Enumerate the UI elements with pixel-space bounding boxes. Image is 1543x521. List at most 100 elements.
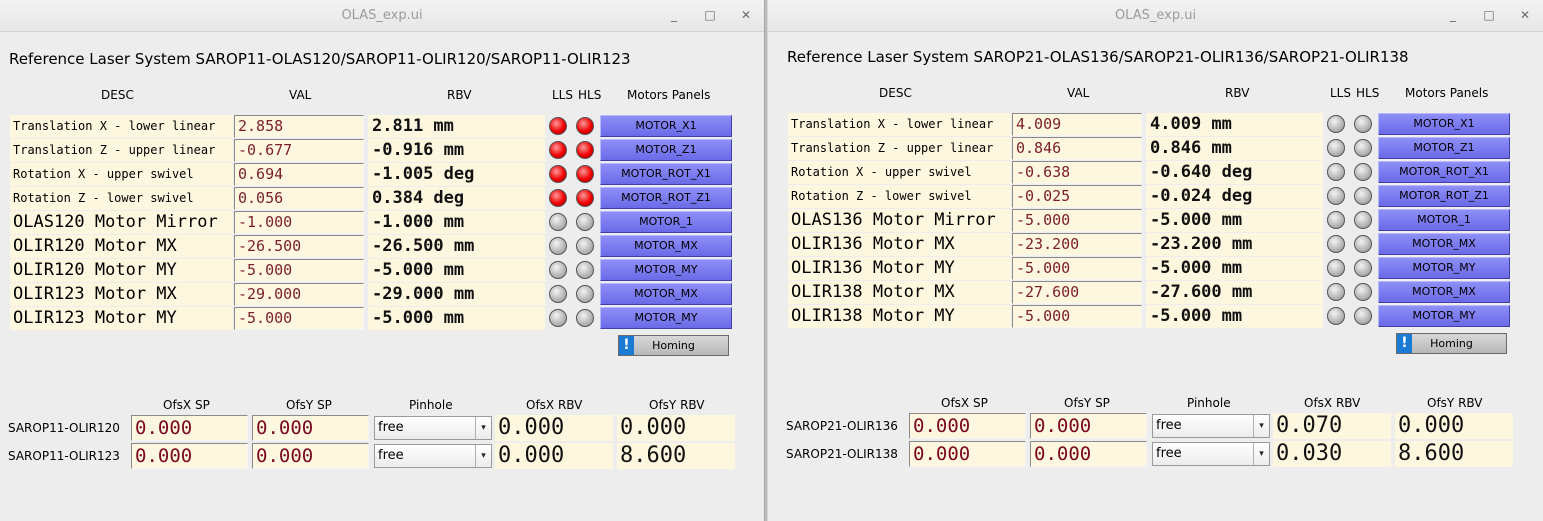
minimize-icon[interactable]: _	[666, 7, 682, 23]
hls-led-icon	[576, 165, 594, 183]
row-val-input[interactable]: -23.200	[1012, 233, 1142, 256]
header-val: VAL	[1067, 86, 1090, 100]
row-rbv: -26.500 mm	[368, 235, 545, 258]
motor-panel-button[interactable]: MOTOR_MX	[600, 235, 732, 257]
motor-panel-button[interactable]: MOTOR_X1	[1378, 113, 1510, 135]
chevron-down-icon[interactable]: ▾	[1253, 415, 1269, 437]
row-val-input[interactable]: -0.638	[1012, 161, 1142, 184]
lls-led-icon	[1327, 211, 1345, 229]
ofsx-sp-input[interactable]: 0.000	[909, 413, 1026, 439]
maximize-icon[interactable]: □	[702, 7, 718, 23]
motor-panel-button[interactable]: MOTOR_1	[600, 211, 732, 233]
chevron-down-icon[interactable]: ▾	[475, 445, 491, 467]
motor-panel-button[interactable]: MOTOR_MY	[1378, 257, 1510, 279]
hls-led-icon	[1354, 235, 1372, 253]
hls-led-icon	[576, 141, 594, 159]
row-rbv: 0.384 deg	[368, 187, 545, 210]
header-ofsx-sp: OfsX SP	[941, 396, 988, 410]
row-val-input[interactable]: -5.000	[1012, 305, 1142, 328]
chevron-down-icon[interactable]: ▾	[1253, 443, 1269, 465]
motor-panel-button[interactable]: MOTOR_X1	[600, 115, 732, 137]
motor-panel-button[interactable]: MOTOR_MX	[600, 283, 732, 305]
motor-panel-button[interactable]: MOTOR_ROT_Z1	[600, 187, 732, 209]
homing-label: Homing	[1430, 337, 1473, 350]
offset-row-name: SAROP21-OLIR138	[786, 447, 898, 461]
hls-led-icon	[1354, 307, 1372, 325]
motor-panel-button[interactable]: MOTOR_ROT_X1	[600, 163, 732, 185]
ofsx-sp-input[interactable]: 0.000	[909, 441, 1026, 467]
chevron-down-icon[interactable]: ▾	[475, 417, 491, 439]
offset-row-name: SAROP11-OLIR120	[8, 421, 120, 435]
ofsx-sp-input[interactable]: 0.000	[131, 415, 248, 441]
close-icon[interactable]: ✕	[1517, 7, 1533, 23]
lls-led-icon	[1327, 283, 1345, 301]
row-desc: Translation X - lower linear	[10, 115, 233, 138]
row-rbv: -1.005 deg	[368, 163, 545, 186]
motor-panel-button[interactable]: MOTOR_ROT_X1	[1378, 161, 1510, 183]
row-val-input[interactable]: -27.600	[1012, 281, 1142, 304]
row-desc: Translation Z - upper linear	[788, 137, 1011, 160]
row-val-input[interactable]: -5.000	[1012, 209, 1142, 232]
hls-led-icon	[1354, 187, 1372, 205]
row-desc: Rotation X - upper swivel	[10, 163, 233, 186]
lls-led-icon	[549, 189, 567, 207]
row-val-input[interactable]: -5.000	[234, 307, 364, 330]
title-bar[interactable]: OLAS_exp.ui _ □ ✕	[0, 0, 764, 32]
motor-panel-button[interactable]: MOTOR_MY	[600, 307, 732, 329]
title-bar[interactable]: OLAS_exp.ui _ □ ✕	[768, 0, 1543, 32]
offset-row-name: SAROP11-OLIR123	[8, 449, 120, 463]
motor-panel-button[interactable]: MOTOR_MY	[600, 259, 732, 281]
hls-led-icon	[1354, 163, 1372, 181]
ofsy-sp-input[interactable]: 0.000	[1030, 441, 1147, 467]
window-left: OLAS_exp.ui _ □ ✕ Reference Laser System SAR…	[0, 0, 764, 521]
motor-panel-button[interactable]: MOTOR_MX	[1378, 233, 1510, 255]
row-rbv: -0.916 mm	[368, 139, 545, 162]
lls-led-icon	[549, 237, 567, 255]
row-val-input[interactable]: -29.000	[234, 283, 364, 306]
motor-panel-button[interactable]: MOTOR_1	[1378, 209, 1510, 231]
ofsy-sp-input[interactable]: 0.000	[1030, 413, 1147, 439]
motor-panel-button[interactable]: MOTOR_Z1	[600, 139, 732, 161]
minimize-icon[interactable]: _	[1445, 7, 1461, 23]
row-val-input[interactable]: -0.025	[1012, 185, 1142, 208]
row-rbv: -5.000 mm	[1146, 257, 1323, 280]
header-ofsx-sp: OfsX SP	[163, 398, 210, 412]
homing-button[interactable]: ! Homing	[618, 335, 729, 356]
row-val-input[interactable]: -0.677	[234, 139, 364, 162]
lls-led-icon	[1327, 115, 1345, 133]
window-right: OLAS_exp.ui _ □ ✕ Reference Laser System SAR…	[768, 0, 1543, 521]
row-val-input[interactable]: -5.000	[234, 259, 364, 282]
page-title: Reference Laser System SAROP11-OLAS120/S…	[9, 50, 631, 68]
row-val-input[interactable]: 0.694	[234, 163, 364, 186]
row-val-input[interactable]: -26.500	[234, 235, 364, 258]
row-desc: OLIR120 Motor MY	[10, 259, 233, 282]
row-val-input[interactable]: 0.056	[234, 187, 364, 210]
ofsy-sp-input[interactable]: 0.000	[252, 443, 369, 469]
row-val-input[interactable]: 4.009	[1012, 113, 1142, 136]
ofsx-sp-input[interactable]: 0.000	[131, 443, 248, 469]
motor-panel-button[interactable]: MOTOR_ROT_Z1	[1378, 185, 1510, 207]
pinhole-select[interactable]: free ▾	[374, 416, 492, 440]
pinhole-select[interactable]: free ▾	[1152, 442, 1270, 466]
row-val-input[interactable]: 0.846	[1012, 137, 1142, 160]
motor-panel-button[interactable]: MOTOR_MY	[1378, 305, 1510, 327]
ofsy-sp-input[interactable]: 0.000	[252, 415, 369, 441]
motor-panel-button[interactable]: MOTOR_MX	[1378, 281, 1510, 303]
homing-button[interactable]: ! Homing	[1396, 333, 1507, 354]
row-val-input[interactable]: 2.858	[234, 115, 364, 138]
lls-led-icon	[1327, 307, 1345, 325]
row-desc: Translation X - lower linear	[788, 113, 1011, 136]
lls-led-icon	[549, 213, 567, 231]
header-pinhole: Pinhole	[409, 398, 453, 412]
row-val-input[interactable]: -5.000	[1012, 257, 1142, 280]
lls-led-icon	[549, 165, 567, 183]
motor-panel-button[interactable]: MOTOR_Z1	[1378, 137, 1510, 159]
row-desc: OLAS120 Motor Mirror	[10, 211, 233, 234]
close-icon[interactable]: ✕	[738, 7, 754, 23]
ofsx-rbv: 0.000	[495, 415, 613, 441]
row-rbv: -29.000 mm	[368, 283, 545, 306]
pinhole-select[interactable]: free ▾	[374, 444, 492, 468]
pinhole-select[interactable]: free ▾	[1152, 414, 1270, 438]
row-val-input[interactable]: -1.000	[234, 211, 364, 234]
maximize-icon[interactable]: □	[1481, 7, 1497, 23]
